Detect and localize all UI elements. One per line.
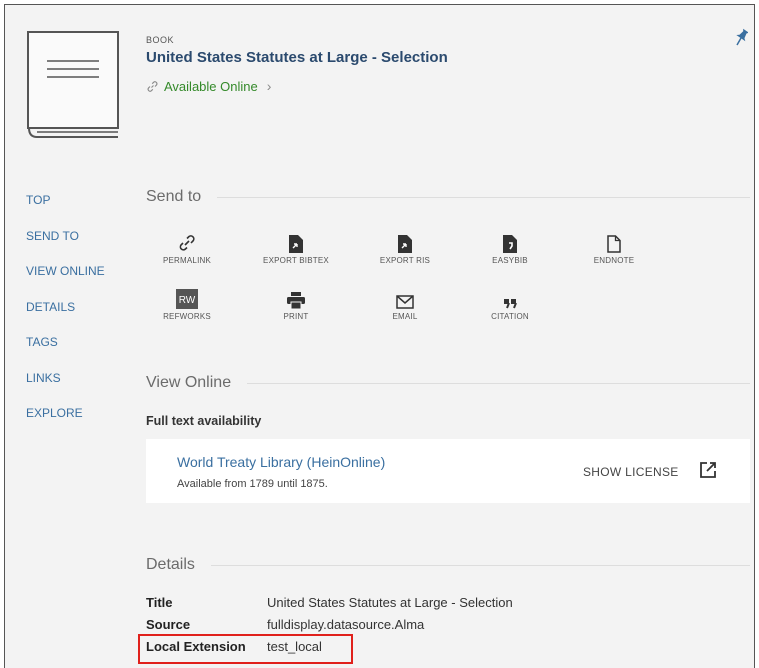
external-link-icon[interactable] [699,461,717,479]
full-display-panel: BOOK United States Statutes at Large - S… [4,4,755,668]
send-to-heading: Send to [146,188,750,206]
endnote-label: ENDNOTE [593,256,635,265]
pin-icon[interactable] [734,28,748,46]
export-ris-button[interactable]: EXPORT RIS [365,229,445,265]
nav-item-details[interactable]: DETAILS [26,300,105,336]
permalink-label: PERMALINK [162,256,212,265]
service-coverage: Available from 1789 until 1875. [177,478,328,490]
detail-label-source: Source [146,617,191,632]
send-to-title: Send to [146,188,202,205]
availability-label: Available Online [164,78,258,94]
section-nav: TOP SEND TO VIEW ONLINE DETAILS TAGS LIN… [26,193,105,442]
export-ris-label: EXPORT RIS [379,256,431,265]
email-button[interactable]: EMAIL [365,285,445,321]
online-service-card: World Treaty Library (HeinOnline) Availa… [146,439,750,503]
section-divider [247,382,750,384]
detail-label-title: Title [146,595,173,610]
easybib-icon [503,235,517,253]
service-name-link[interactable]: World Treaty Library (HeinOnline) [177,454,385,470]
envelope-icon [396,295,414,309]
availability-link[interactable]: Available Online › [146,78,271,94]
view-online-title: View Online [146,374,232,391]
permalink-button[interactable]: PERMALINK [147,229,227,265]
refworks-label: REFWORKS [163,312,211,321]
refworks-icon: RW [176,289,198,309]
export-bibtex-label: EXPORT BIBTEX [263,256,329,265]
details-title: Details [146,556,195,573]
nav-item-links[interactable]: LINKS [26,371,105,407]
nav-item-top[interactable]: TOP [26,193,105,229]
details-heading: Details [146,556,750,574]
nav-item-explore[interactable]: EXPLORE [26,406,105,442]
endnote-button[interactable]: ENDNOTE [574,229,654,265]
nav-item-view-online[interactable]: VIEW ONLINE [26,264,105,300]
document-icon [607,235,621,253]
citation-button[interactable]: CITATION [470,285,550,321]
printer-icon [287,292,305,309]
section-divider [217,196,750,198]
export-bibtex-button[interactable]: EXPORT BIBTEX [256,229,336,265]
refworks-button[interactable]: RW REFWORKS [147,285,227,321]
highlight-box [138,634,353,664]
file-export-icon [289,235,303,253]
citation-label: CITATION [491,312,529,321]
view-online-heading: View Online [146,374,750,392]
easybib-label: EASYBIB [492,256,528,265]
book-cover-icon [27,31,119,138]
quote-icon [504,299,517,309]
email-label: EMAIL [392,312,418,321]
resource-type: BOOK [146,35,175,45]
section-divider [210,564,750,566]
record-title[interactable]: United States Statutes at Large - Select… [146,49,448,66]
full-text-label: Full text availability [146,414,262,428]
print-label: PRINT [283,312,309,321]
detail-value-title: United States Statutes at Large - Select… [267,595,513,610]
chevron-right-icon: › [266,78,272,94]
file-export-icon [398,235,412,253]
show-license-button[interactable]: SHOW LICENSE [583,465,679,479]
nav-item-tags[interactable]: TAGS [26,335,105,371]
print-button[interactable]: PRINT [256,285,336,321]
nav-item-send-to[interactable]: SEND TO [26,229,105,265]
easybib-button[interactable]: EASYBIB [470,229,550,265]
link-icon [179,235,195,251]
link-icon [147,80,158,92]
detail-value-source: fulldisplay.datasource.Alma [267,617,425,632]
svg-text:RW: RW [179,295,196,306]
